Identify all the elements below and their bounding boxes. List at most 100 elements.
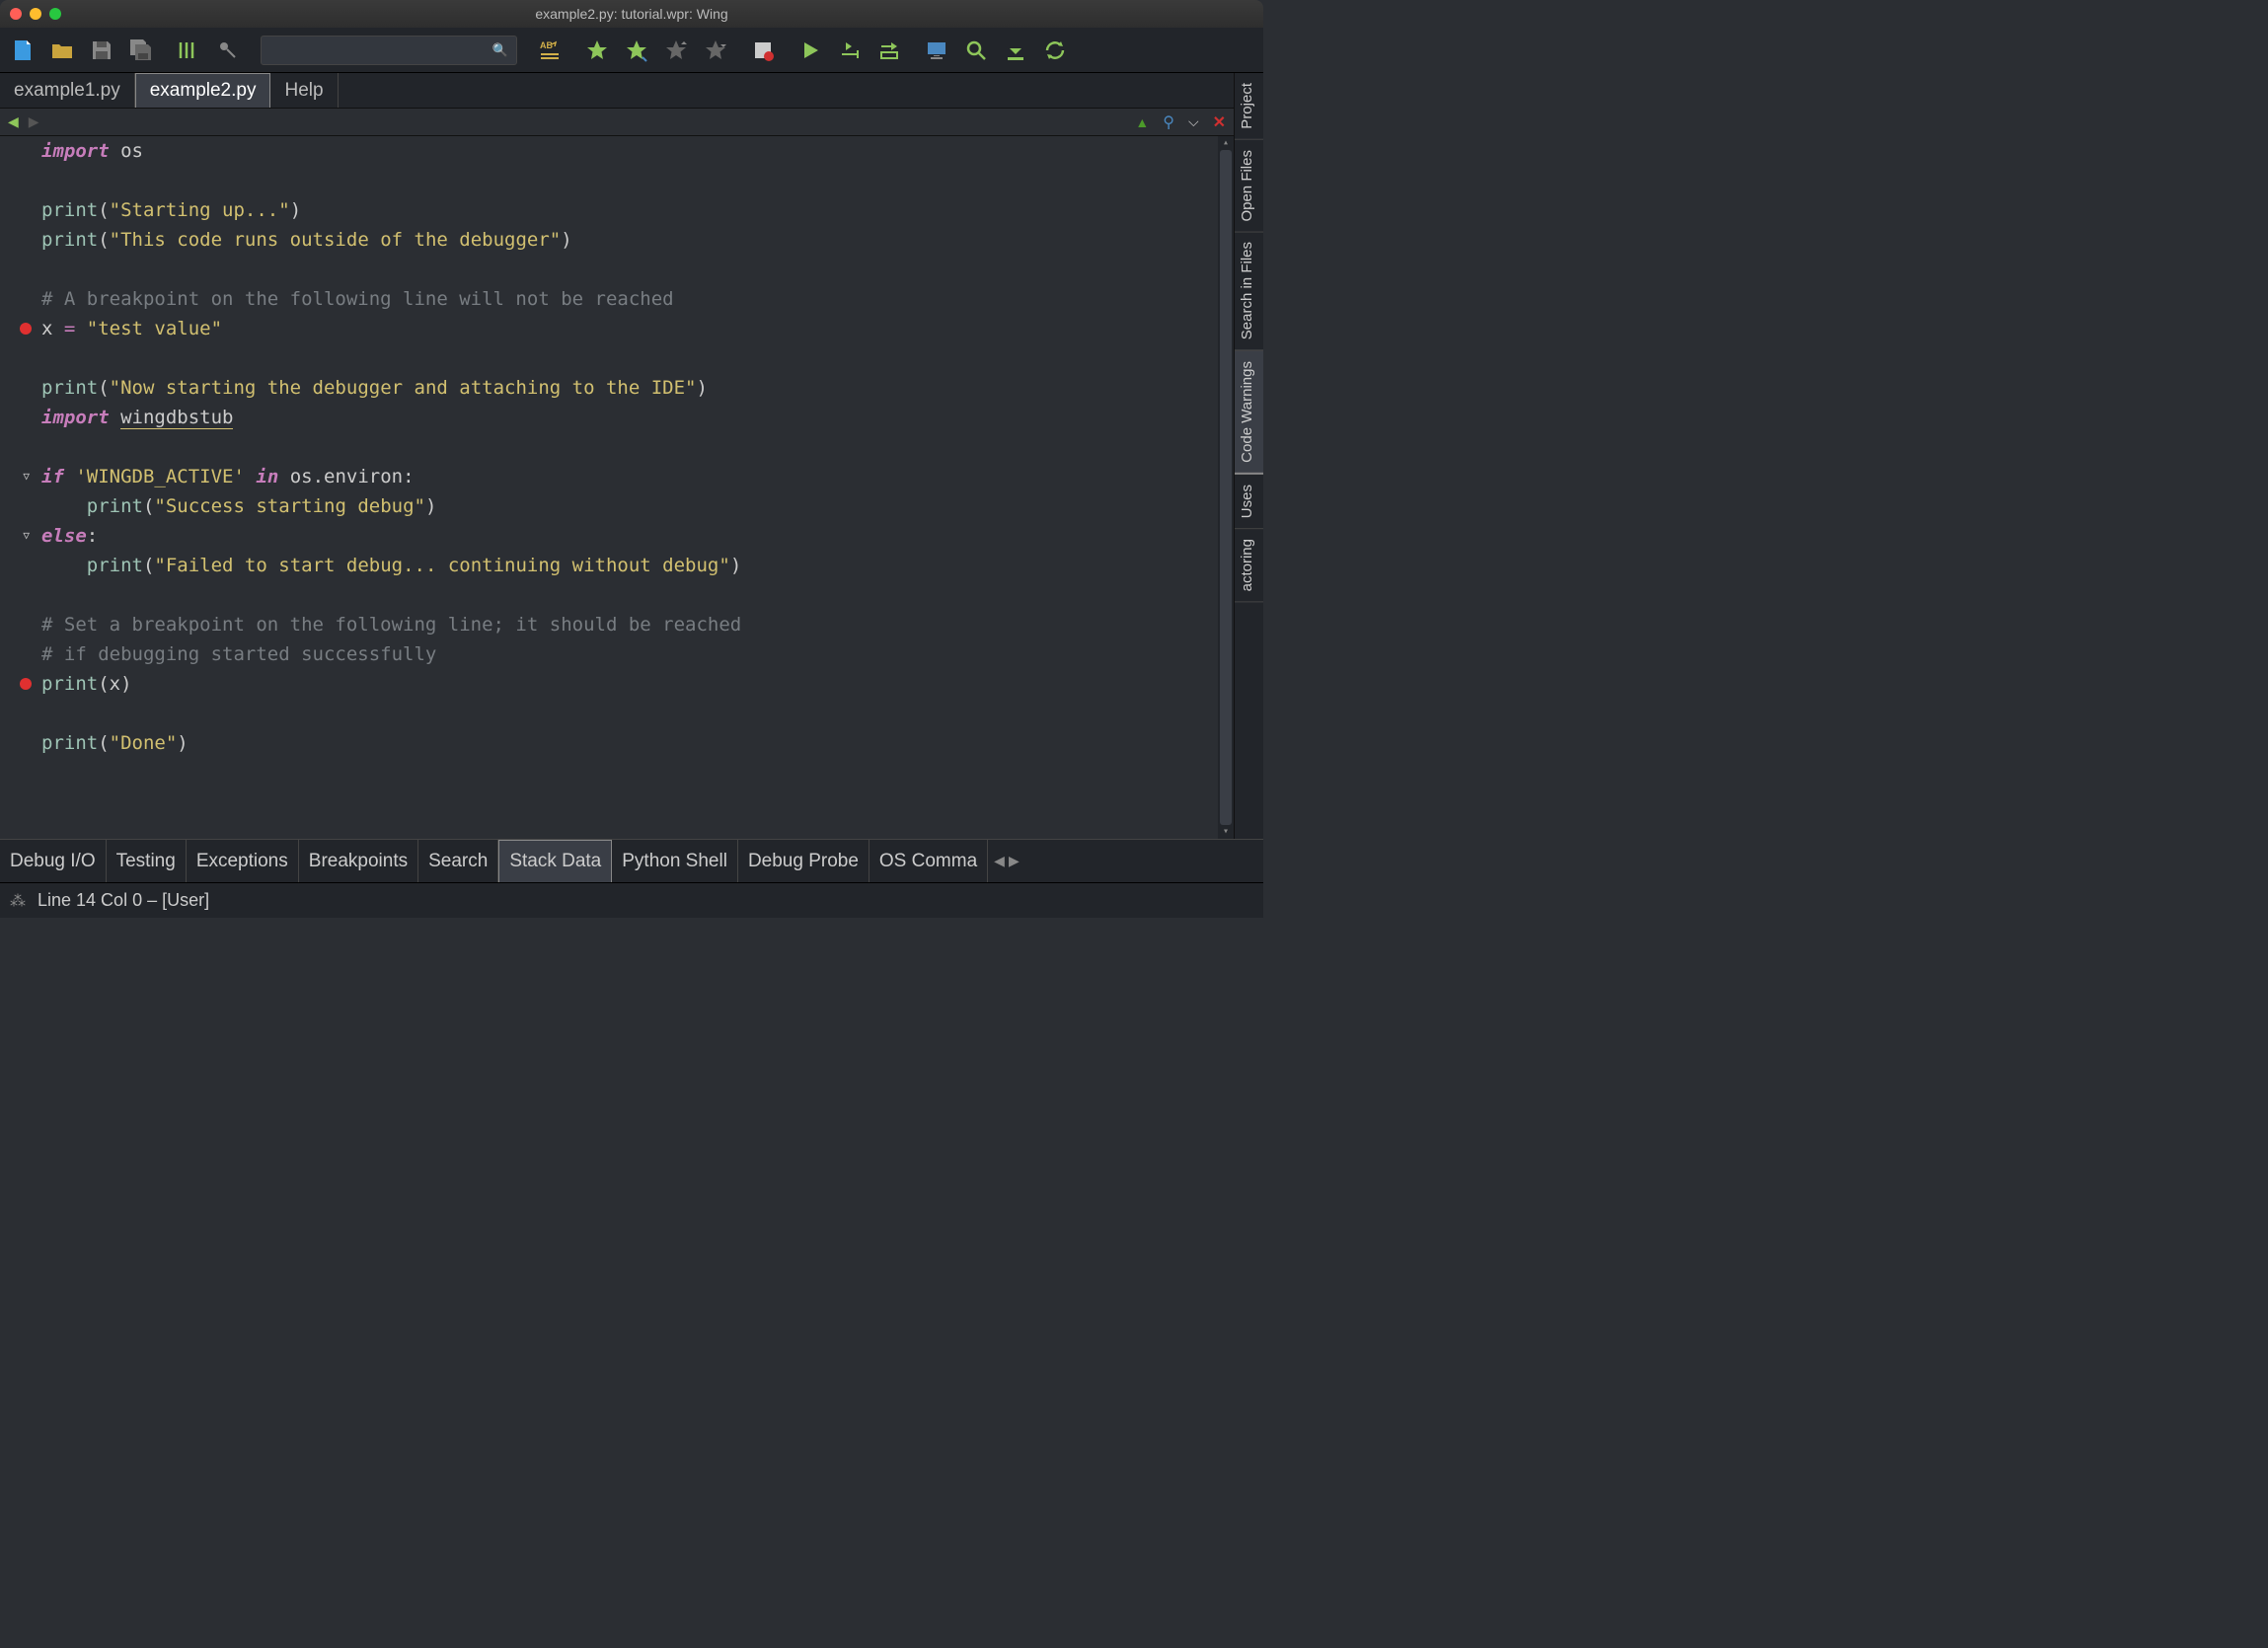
code-line[interactable]: else: (41, 521, 1234, 551)
gutter-row[interactable] (0, 195, 36, 225)
bottom-tab[interactable]: Search (418, 840, 498, 882)
scroll-thumb[interactable] (1220, 150, 1232, 825)
code-line[interactable] (41, 255, 1234, 284)
search-input[interactable] (269, 42, 492, 57)
gutter-row[interactable] (0, 225, 36, 255)
bottom-tab[interactable]: Debug I/O (0, 840, 107, 882)
nav-back-button[interactable]: ◀ (8, 113, 19, 130)
code-line[interactable]: print("This code runs outside of the deb… (41, 225, 1234, 255)
gutter-row[interactable]: ▽ (0, 462, 36, 491)
code-line[interactable]: print("Starting up...") (41, 195, 1234, 225)
scroll-up-arrow[interactable]: ▴ (1218, 136, 1234, 150)
indent-guide-button[interactable] (174, 36, 203, 65)
code-line[interactable]: # A breakpoint on the following line wil… (41, 284, 1234, 314)
file-tab[interactable]: example1.py (0, 73, 135, 108)
refresh-button[interactable] (1040, 36, 1070, 65)
gutter-row[interactable] (0, 669, 36, 699)
gutter-row[interactable] (0, 787, 36, 817)
code-editor[interactable]: ▽▽ import osprint("Starting up...")print… (0, 136, 1234, 839)
side-tab[interactable]: Uses (1235, 475, 1263, 529)
code-line[interactable] (41, 432, 1234, 462)
bottom-tab[interactable]: OS Comma (869, 840, 988, 882)
fold-marker-icon[interactable]: ▽ (23, 462, 30, 491)
side-tab[interactable]: Project (1235, 73, 1263, 140)
bottom-tabs-next[interactable]: ▶ (1009, 853, 1020, 869)
code-line[interactable] (41, 166, 1234, 195)
bug-icon[interactable]: ⁂ (10, 891, 26, 911)
gutter-row[interactable] (0, 639, 36, 669)
step-over-button[interactable] (835, 36, 865, 65)
code-line[interactable] (41, 787, 1234, 817)
pin-icon[interactable]: ⚲ (1163, 112, 1174, 132)
dropdown-icon[interactable]: ⌵ (1188, 113, 1199, 130)
bookmark-add-button[interactable] (622, 36, 651, 65)
close-editor-button[interactable]: ✕ (1213, 112, 1226, 132)
close-window-button[interactable] (10, 8, 22, 20)
code-line[interactable] (41, 699, 1234, 728)
code-line[interactable]: print("Now starting the debugger and att… (41, 373, 1234, 403)
editor-gutter[interactable]: ▽▽ (0, 136, 36, 839)
vertical-scrollbar[interactable]: ▴ ▾ (1218, 136, 1234, 839)
code-line[interactable]: import os (41, 136, 1234, 166)
code-line[interactable]: # Set a breakpoint on the following line… (41, 610, 1234, 639)
step-into-button[interactable] (874, 36, 904, 65)
gutter-row[interactable] (0, 491, 36, 521)
file-tab[interactable]: example2.py (135, 73, 271, 108)
bottom-tab[interactable]: Python Shell (612, 840, 738, 882)
code-line[interactable]: print("Success starting debug") (41, 491, 1234, 521)
new-file-button[interactable] (8, 36, 38, 65)
gutter-row[interactable] (0, 432, 36, 462)
goto-button[interactable] (213, 36, 243, 65)
monitor-button[interactable] (922, 36, 951, 65)
maximize-window-button[interactable] (49, 8, 61, 20)
side-tab[interactable]: actoring (1235, 529, 1263, 602)
gutter-row[interactable] (0, 255, 36, 284)
scroll-down-arrow[interactable]: ▾ (1218, 825, 1234, 839)
gutter-row[interactable] (0, 314, 36, 343)
code-line[interactable] (41, 343, 1234, 373)
gutter-row[interactable] (0, 284, 36, 314)
file-tab[interactable]: Help (270, 73, 338, 108)
gutter-row[interactable] (0, 699, 36, 728)
gutter-row[interactable] (0, 166, 36, 195)
nav-forward-button[interactable]: ▶ (29, 113, 39, 130)
warning-icon[interactable]: ▲ (1135, 114, 1149, 130)
toolbar-search[interactable]: 🔍 (261, 36, 517, 65)
download-button[interactable] (1001, 36, 1030, 65)
bookmark-button[interactable] (582, 36, 612, 65)
gutter-row[interactable] (0, 343, 36, 373)
code-line[interactable]: print("Done") (41, 728, 1234, 758)
gutter-row[interactable] (0, 728, 36, 758)
code-line[interactable]: if 'WINGDB_ACTIVE' in os.environ: (41, 462, 1234, 491)
gutter-row[interactable] (0, 373, 36, 403)
stop-button[interactable] (748, 36, 778, 65)
code-line[interactable]: print("Failed to start debug... continui… (41, 551, 1234, 580)
code-line[interactable]: # if debugging started successfully (41, 639, 1234, 669)
bookmark-next-button[interactable] (701, 36, 730, 65)
bottom-tab[interactable]: Testing (107, 840, 187, 882)
code-content[interactable]: import os print("Starting up...")print("T… (36, 136, 1234, 839)
gutter-row[interactable] (0, 758, 36, 787)
side-tab[interactable]: Search in Files (1235, 232, 1263, 350)
minimize-window-button[interactable] (30, 8, 41, 20)
bottom-tab[interactable]: Exceptions (187, 840, 299, 882)
code-line[interactable]: x = "test value" (41, 314, 1234, 343)
side-tab[interactable]: Code Warnings (1235, 350, 1263, 475)
code-line[interactable] (41, 758, 1234, 787)
run-button[interactable] (795, 36, 825, 65)
gutter-row[interactable] (0, 403, 36, 432)
bottom-tab[interactable]: Stack Data (498, 840, 612, 882)
save-button[interactable] (87, 36, 116, 65)
gutter-row[interactable]: ▽ (0, 521, 36, 551)
save-all-button[interactable] (126, 36, 156, 65)
code-line[interactable]: print(x) (41, 669, 1234, 699)
bottom-tabs-prev[interactable]: ◀ (994, 853, 1005, 869)
bottom-tab[interactable]: Debug Probe (738, 840, 869, 882)
gutter-row[interactable] (0, 551, 36, 580)
side-tab[interactable]: Open Files (1235, 140, 1263, 233)
fold-marker-icon[interactable]: ▽ (23, 521, 30, 551)
gutter-row[interactable] (0, 136, 36, 166)
code-line[interactable] (41, 580, 1234, 610)
code-line[interactable]: import wingdbstub (41, 403, 1234, 432)
bookmark-prev-button[interactable] (661, 36, 691, 65)
